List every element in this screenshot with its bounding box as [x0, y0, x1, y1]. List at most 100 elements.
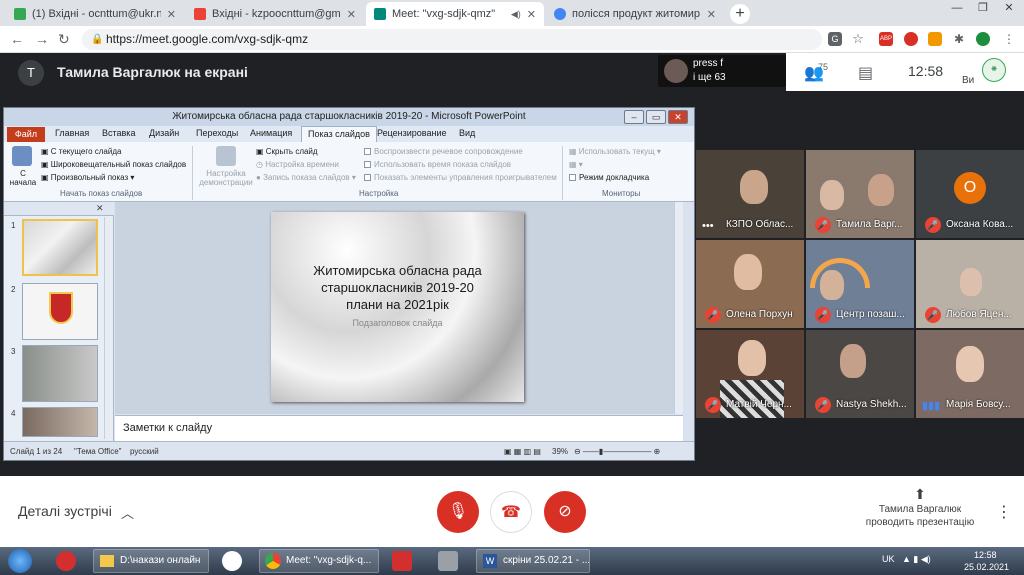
slide-counter: Слайд 1 из 24: [10, 447, 63, 456]
zoom-slider[interactable]: ⊖ ——▮—————— ⊕: [574, 447, 660, 456]
back-icon[interactable]: ←: [10, 31, 24, 47]
setup-show-button[interactable]: Настройка демонстрации: [196, 169, 256, 187]
participant-tile[interactable]: O 🎤 Оксана Кова...: [916, 150, 1024, 238]
taskbar-item-word[interactable]: W скріни 25.02.21 - ...: [476, 549, 590, 573]
forward-icon[interactable]: →: [35, 31, 49, 47]
tray-icons[interactable]: ▲ ▮ ◀): [902, 554, 931, 565]
abp-icon[interactable]: ABP: [879, 32, 893, 46]
taskbar-item-explorer[interactable]: D:\накази онлайн: [93, 549, 209, 573]
new-tab-button[interactable]: +: [730, 4, 750, 24]
participant-tile[interactable]: 🎤 Любов Яцен...: [916, 240, 1024, 328]
slide-number: 1: [11, 221, 16, 230]
thumbnails-scrollbar[interactable]: [104, 217, 113, 439]
yandex-taskbar-icon[interactable]: [222, 551, 242, 571]
user-logo-icon[interactable]: ❋: [982, 58, 1006, 82]
start-button[interactable]: [8, 549, 32, 573]
coat-of-arms-icon: [49, 292, 73, 324]
monitor-select[interactable]: ▦ Использовать текущ ▾: [569, 147, 661, 156]
ppt-tab-design[interactable]: Дизайн: [149, 128, 179, 138]
slide-thumbnails-pane: ✕ 1 2 3 4: [4, 202, 114, 441]
slide-thumbnail-3[interactable]: [22, 345, 98, 402]
group-label: Начать показ слайдов: [60, 189, 143, 198]
camera-toggle-button[interactable]: ⊘: [544, 491, 586, 533]
extension-icon[interactable]: [928, 32, 942, 46]
setup-show-icon[interactable]: [216, 146, 236, 166]
browser-tab-gmail[interactable]: Вхідні - kzpoocnttum@gmail.com ✕: [186, 2, 364, 26]
record-button[interactable]: ● Запись показа слайдов ▾: [256, 173, 356, 182]
browser-tab-search[interactable]: полісся продукт житомир воло ✕: [546, 2, 724, 26]
chat-icon[interactable]: ▤: [858, 63, 873, 83]
slide-title[interactable]: Житомирська обласна рада старшокласників…: [291, 262, 504, 313]
current-slide[interactable]: Житомирська обласна рада старшокласників…: [271, 212, 524, 402]
close-window-icon[interactable]: ✕: [996, 0, 1022, 18]
close-tab-icon[interactable]: ✕: [347, 8, 356, 21]
browser-tab-meet[interactable]: Meet: "vxg-sdjk-qmz" ◀) ✕: [366, 2, 544, 26]
camera-app-icon[interactable]: [438, 551, 458, 571]
view-buttons[interactable]: ▣ ▦ ▥ ▤: [504, 447, 541, 456]
ppt-tab-file[interactable]: Файл: [7, 127, 45, 142]
close-pane-icon[interactable]: ✕: [96, 203, 104, 214]
presenter-view-checkbox[interactable]: Режим докладчика: [569, 173, 649, 182]
ppt-tab-review[interactable]: Рецензирование: [377, 128, 447, 138]
participant-tile[interactable]: 🎤 Олена Порхун: [696, 240, 804, 328]
from-current-button[interactable]: ▣ С текущего слайда: [41, 147, 121, 156]
broadcast-button[interactable]: ▣ Широковещательный показ слайдов: [41, 160, 186, 169]
ppt-status-bar: Слайд 1 из 24 "Тема Office" русский ▣ ▦ …: [4, 441, 694, 460]
show-controls-checkbox[interactable]: Показать элементы управления проигрывате…: [364, 173, 557, 182]
participant-tile[interactable]: ••• КЗПО Облас...: [696, 150, 804, 238]
ppt-tab-transitions[interactable]: Переходы: [196, 128, 238, 138]
ppt-tab-animation[interactable]: Анимация: [250, 128, 292, 138]
star-icon[interactable]: ☆: [851, 32, 865, 46]
ppt-ribbon-tabs: Файл Главная Вставка Дизайн Переходы Ани…: [4, 126, 694, 142]
ppt-tab-home[interactable]: Главная: [55, 128, 89, 138]
minimize-window-icon[interactable]: —: [944, 0, 970, 18]
reload-icon[interactable]: ↻: [58, 31, 70, 48]
ppt-tab-slideshow[interactable]: Показ слайдов: [301, 126, 377, 142]
more-options-icon[interactable]: ⋮: [996, 502, 1012, 522]
participant-tile[interactable]: 🎤 Центр позаш...: [806, 240, 914, 328]
participant-tile[interactable]: 🎤 Тамила Варг...: [806, 150, 914, 238]
maximize-window-icon[interactable]: ❐: [970, 0, 996, 18]
leave-call-button[interactable]: ☎: [490, 491, 532, 533]
custom-show-button[interactable]: ▣ Произвольный показ ▾: [41, 173, 134, 182]
resolution-select[interactable]: ▦ ▾: [569, 160, 583, 169]
participant-tile[interactable]: ▮▮▮ Марія Бовсу...: [916, 330, 1024, 418]
profile-avatar-icon[interactable]: [976, 32, 990, 46]
mic-toggle-button[interactable]: 🎙: [437, 491, 479, 533]
chevron-up-icon[interactable]: ︿: [121, 503, 134, 522]
browser-tab-ukrnet[interactable]: (1) Вхідні - ocnttum@ukr.net ✕: [6, 2, 184, 26]
opera-taskbar-icon[interactable]: [56, 551, 76, 571]
url-input[interactable]: 🔒 https://meet.google.com/vxg-sdjk-qmz: [82, 29, 822, 50]
taskbar-item-meet[interactable]: Meet: "vxg-sdjk-q...: [259, 549, 379, 573]
ppt-maximize-icon[interactable]: ▭: [646, 110, 666, 124]
ppt-tab-view[interactable]: Вид: [459, 128, 475, 138]
from-start-button[interactable]: С начала: [9, 169, 37, 187]
rehearse-button[interactable]: ◷ Настройка времени: [256, 160, 339, 169]
slide-thumbnail-4[interactable]: [22, 407, 98, 437]
opera-icon[interactable]: [904, 32, 918, 46]
slide-notes[interactable]: Заметки к слайду: [115, 415, 683, 441]
participant-tile[interactable]: 🎤 Матвій Черн...: [696, 330, 804, 418]
meeting-details-button[interactable]: Деталі зустрічі: [18, 503, 112, 519]
language-indicator[interactable]: UK: [882, 554, 895, 564]
yandex-browser-icon[interactable]: [392, 551, 412, 571]
slide-subtitle[interactable]: Подзаголовок слайда: [331, 318, 464, 328]
ppt-minimize-icon[interactable]: –: [624, 110, 644, 124]
slide-thumbnail-1[interactable]: [22, 219, 98, 276]
ppt-tab-insert[interactable]: Вставка: [102, 128, 135, 138]
slide-thumbnail-2[interactable]: [22, 283, 98, 340]
presentation-status[interactable]: ⬆ Тамила Варгалюк проводить презентацію: [856, 487, 984, 529]
close-tab-icon[interactable]: ✕: [167, 8, 176, 21]
play-narration-checkbox[interactable]: Воспроизвести речевое сопровождение: [364, 147, 523, 156]
close-tab-icon[interactable]: ✕: [527, 8, 536, 21]
close-tab-icon[interactable]: ✕: [707, 8, 716, 21]
puzzle-icon[interactable]: ✱: [952, 32, 966, 46]
slide-scrollbar[interactable]: [674, 202, 683, 414]
use-timings-checkbox[interactable]: Использовать время показа слайдов: [364, 160, 511, 169]
slideshow-start-icon[interactable]: [12, 146, 32, 166]
participant-tile[interactable]: 🎤 Nastya Shekh...: [806, 330, 914, 418]
ppt-close-icon[interactable]: ✕: [668, 110, 688, 124]
hide-slide-button[interactable]: ▣ Скрыть слайд: [256, 147, 318, 156]
translate-icon[interactable]: G: [828, 32, 842, 46]
menu-icon[interactable]: ⋮: [1002, 32, 1016, 46]
